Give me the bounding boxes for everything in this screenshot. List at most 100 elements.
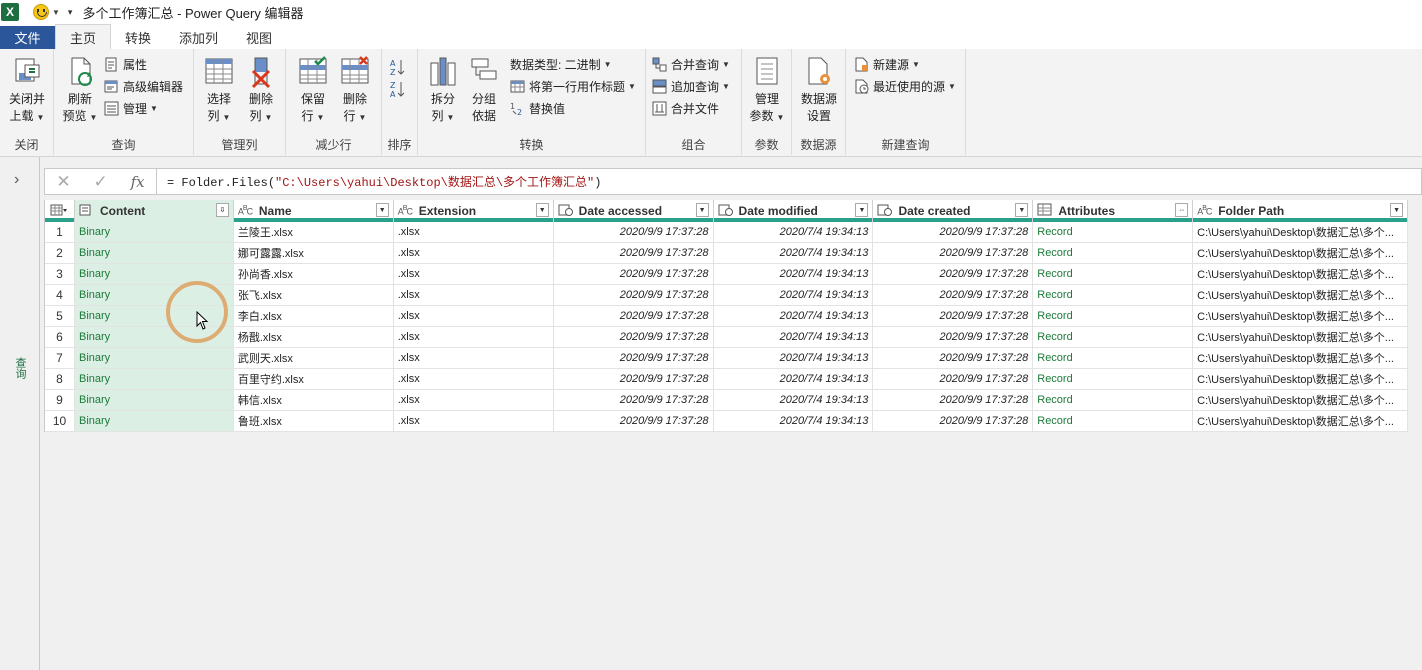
cell-extension[interactable]: .xlsx	[394, 264, 554, 284]
cell-date-modified[interactable]: 2020/7/4 19:34:13	[714, 243, 874, 263]
replace-values-button[interactable]: 12 替换值	[510, 99, 565, 117]
row-number[interactable]: 3	[45, 264, 75, 284]
cell-content[interactable]: Binary	[74, 264, 234, 284]
fx-icon[interactable]: fx	[131, 173, 145, 191]
cell-extension[interactable]: .xlsx	[394, 411, 554, 431]
row-number[interactable]: 5	[45, 306, 75, 326]
cancel-formula-icon[interactable]: ✕	[56, 172, 70, 192]
column-header-extension[interactable]: ABC Extension ▼	[394, 200, 554, 222]
cell-folder-path[interactable]: C:\Users\yahui\Desktop\数据汇总\多个...	[1193, 411, 1408, 431]
cell-extension[interactable]: .xlsx	[394, 348, 554, 368]
cell-date-modified[interactable]: 2020/7/4 19:34:13	[714, 348, 874, 368]
cell-attributes[interactable]: Record	[1033, 411, 1194, 431]
cell-date-created[interactable]: 2020/9/9 17:37:28	[873, 285, 1034, 305]
refresh-preview-button[interactable]: 刷新 预览 ▼	[58, 55, 102, 126]
tab-transform[interactable]: 转换	[111, 26, 165, 49]
filter-dropdown-icon[interactable]: ▼	[1390, 203, 1404, 217]
cell-date-accessed[interactable]: 2020/9/9 17:37:28	[554, 306, 714, 326]
cell-extension[interactable]: .xlsx	[394, 369, 554, 389]
cell-attributes[interactable]: Record	[1033, 369, 1194, 389]
cell-date-accessed[interactable]: 2020/9/9 17:37:28	[554, 222, 714, 242]
manage-parameters-button[interactable]: 管理 参数 ▼	[746, 55, 788, 126]
cell-date-created[interactable]: 2020/9/9 17:37:28	[873, 390, 1034, 410]
cell-date-accessed[interactable]: 2020/9/9 17:37:28	[554, 348, 714, 368]
cell-date-created[interactable]: 2020/9/9 17:37:28	[873, 348, 1034, 368]
filter-dropdown-icon[interactable]: ▼	[695, 203, 709, 217]
cell-folder-path[interactable]: C:\Users\yahui\Desktop\数据汇总\多个...	[1193, 306, 1408, 326]
row-number[interactable]: 2	[45, 243, 75, 263]
column-header-content[interactable]: Content ⇩	[74, 200, 234, 222]
row-number[interactable]: 7	[45, 348, 75, 368]
row-number[interactable]: 8	[45, 369, 75, 389]
cell-date-created[interactable]: 2020/9/9 17:37:28	[873, 369, 1034, 389]
cell-folder-path[interactable]: C:\Users\yahui\Desktop\数据汇总\多个...	[1193, 390, 1408, 410]
cell-content[interactable]: Binary	[74, 348, 234, 368]
remove-columns-button[interactable]: 删除 列 ▼	[240, 55, 282, 126]
cell-name[interactable]: 杨戬.xlsx	[234, 327, 394, 347]
data-source-settings-button[interactable]: 数据源 设置	[796, 55, 842, 125]
table-row[interactable]: 5 Binary 李白.xlsx .xlsx 2020/9/9 17:37:28 2020…	[45, 306, 1408, 327]
choose-columns-button[interactable]: 选择 列 ▼	[198, 55, 240, 126]
cell-date-accessed[interactable]: 2020/9/9 17:37:28	[554, 327, 714, 347]
cell-date-accessed[interactable]: 2020/9/9 17:37:28	[554, 369, 714, 389]
cell-date-accessed[interactable]: 2020/9/9 17:37:28	[554, 264, 714, 284]
data-type-dropdown[interactable]: 数据类型: 二进制 ▼	[510, 55, 612, 73]
cell-extension[interactable]: .xlsx	[394, 390, 554, 410]
cell-extension[interactable]: .xlsx	[394, 306, 554, 326]
feedback-smiley-icon[interactable]	[33, 4, 49, 20]
table-row[interactable]: 9 Binary 韩信.xlsx .xlsx 2020/9/9 17:37:28 2020…	[45, 390, 1408, 411]
cell-name[interactable]: 百里守约.xlsx	[234, 369, 394, 389]
close-and-load-button[interactable]: 关闭并 上载 ▼	[4, 55, 50, 126]
cell-folder-path[interactable]: C:\Users\yahui\Desktop\数据汇总\多个...	[1193, 348, 1408, 368]
keep-rows-button[interactable]: 保留 行 ▼	[292, 55, 334, 126]
merge-queries-button[interactable]: 合并查询 ▼	[652, 55, 730, 73]
cell-content[interactable]: Binary	[74, 411, 234, 431]
cell-date-created[interactable]: 2020/9/9 17:37:28	[873, 306, 1034, 326]
cell-extension[interactable]: .xlsx	[394, 327, 554, 347]
table-row[interactable]: 3 Binary 孙尚香.xlsx .xlsx 2020/9/9 17:37:28 202…	[45, 264, 1408, 285]
cell-folder-path[interactable]: C:\Users\yahui\Desktop\数据汇总\多个...	[1193, 285, 1408, 305]
cell-date-created[interactable]: 2020/9/9 17:37:28	[873, 411, 1034, 431]
recent-sources-button[interactable]: 最近使用的源 ▼	[854, 77, 956, 95]
cell-attributes[interactable]: Record	[1033, 285, 1194, 305]
cell-content[interactable]: Binary	[74, 369, 234, 389]
chevron-right-icon[interactable]: ›	[14, 171, 19, 189]
use-first-row-as-headers-button[interactable]: 将第一行用作标题 ▼	[510, 77, 636, 95]
row-number[interactable]: 6	[45, 327, 75, 347]
column-header-folder-path[interactable]: ABC Folder Path ▼	[1193, 200, 1409, 222]
cell-content[interactable]: Binary	[74, 222, 234, 242]
table-row[interactable]: 2 Binary 娜可露露.xlsx .xlsx 2020/9/9 17:37:28 20…	[45, 243, 1408, 264]
column-header-date-accessed[interactable]: Date accessed ▼	[554, 200, 714, 222]
append-queries-button[interactable]: 追加查询 ▼	[652, 77, 730, 95]
cell-attributes[interactable]: Record	[1033, 222, 1194, 242]
cell-name[interactable]: 韩信.xlsx	[234, 390, 394, 410]
row-number[interactable]: 9	[45, 390, 75, 410]
cell-name[interactable]: 张飞.xlsx	[234, 285, 394, 305]
column-header-date-modified[interactable]: Date modified ▼	[714, 200, 874, 222]
cell-date-accessed[interactable]: 2020/9/9 17:37:28	[554, 243, 714, 263]
cell-folder-path[interactable]: C:\Users\yahui\Desktop\数据汇总\多个...	[1193, 243, 1408, 263]
row-number[interactable]: 1	[45, 222, 75, 242]
tab-file[interactable]: 文件	[0, 26, 55, 49]
cell-name[interactable]: 李白.xlsx	[234, 306, 394, 326]
row-number[interactable]: 10	[45, 411, 75, 431]
cell-extension[interactable]: .xlsx	[394, 243, 554, 263]
cell-date-modified[interactable]: 2020/7/4 19:34:13	[714, 411, 874, 431]
cell-date-modified[interactable]: 2020/7/4 19:34:13	[714, 327, 874, 347]
cell-attributes[interactable]: Record	[1033, 390, 1194, 410]
tab-home[interactable]: 主页	[55, 24, 112, 49]
table-row[interactable]: 8 Binary 百里守约.xlsx .xlsx 2020/9/9 17:37:28 20…	[45, 369, 1408, 390]
cell-name[interactable]: 武则天.xlsx	[234, 348, 394, 368]
tab-add-column[interactable]: 添加列	[165, 26, 232, 49]
table-row[interactable]: 10 Binary 鲁班.xlsx .xlsx 2020/9/9 17:37:28 202…	[45, 411, 1408, 432]
cell-date-created[interactable]: 2020/9/9 17:37:28	[873, 264, 1034, 284]
filter-dropdown-icon[interactable]: ▼	[1015, 203, 1029, 217]
cell-content[interactable]: Binary	[74, 243, 234, 263]
cell-date-modified[interactable]: 2020/7/4 19:34:13	[714, 306, 874, 326]
smiley-dropdown-icon[interactable]: ▼	[52, 8, 60, 17]
cell-attributes[interactable]: Record	[1033, 348, 1194, 368]
cell-date-created[interactable]: 2020/9/9 17:37:28	[873, 243, 1034, 263]
cell-content[interactable]: Binary	[74, 390, 234, 410]
row-number[interactable]: 4	[45, 285, 75, 305]
formula-input[interactable]: = Folder.Files("C:\Users\yahui\Desktop\数…	[167, 173, 601, 190]
